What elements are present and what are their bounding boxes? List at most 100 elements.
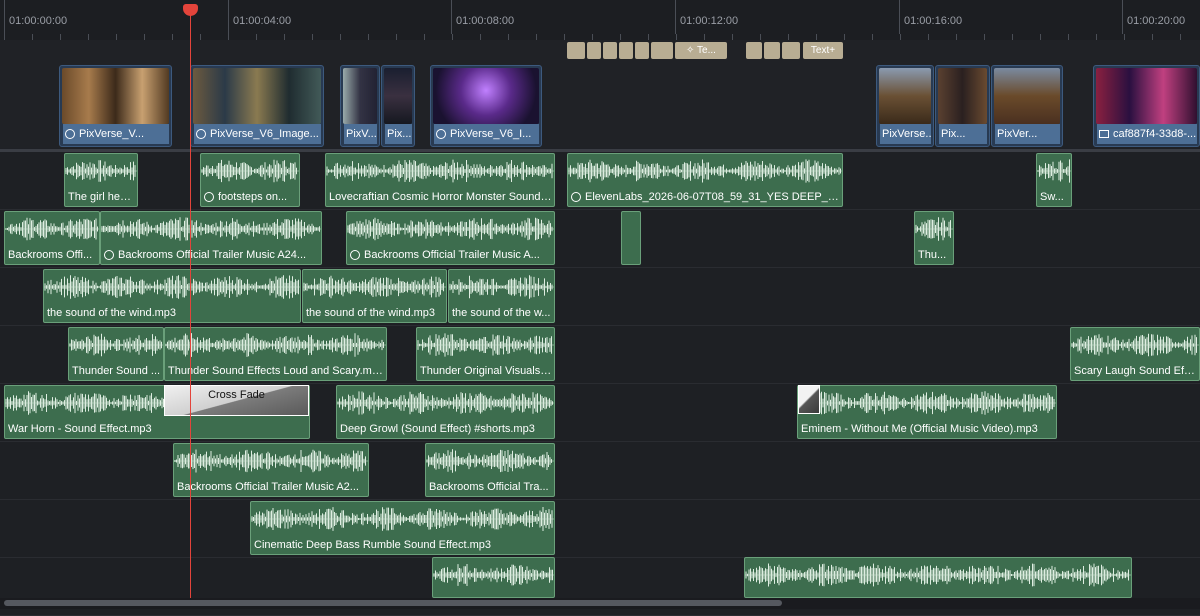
waveform	[165, 333, 386, 357]
clip-label: Deep Growl (Sound Effect) #shorts.mp3	[340, 423, 535, 435]
clip-label: Backrooms Official Trailer Music A...	[350, 249, 552, 261]
ruler-tick	[675, 0, 676, 34]
clip-label: Scary Laugh Sound Effe...	[1074, 365, 1197, 377]
speed-icon	[204, 192, 214, 202]
clip-label: PixVerse_V6_I...	[434, 124, 539, 144]
audio-clip[interactable]: Sw...	[1036, 153, 1072, 207]
title-clip[interactable]	[782, 42, 800, 59]
waveform	[426, 449, 554, 473]
title-clip[interactable]	[764, 42, 780, 59]
clip-label: the sound of the wind.mp3	[306, 307, 436, 319]
waveform	[568, 159, 842, 183]
clip-label: Backrooms Official Trailer Music A2...	[177, 481, 359, 493]
waveform	[347, 217, 554, 241]
playhead-line[interactable]	[190, 8, 191, 604]
clip-label: Pix...	[939, 124, 987, 144]
clip-label: Thunder Sound Effects Loud and Scary.mp3	[168, 365, 384, 377]
clip-label: PixV...	[344, 124, 377, 144]
clip-label: Sw...	[1040, 191, 1064, 203]
audio-clip[interactable]	[432, 557, 555, 598]
audio-clip[interactable]: Thunder Sound ...	[68, 327, 164, 381]
waveform	[1037, 159, 1071, 183]
clip-label: PixVerse_V...	[63, 124, 169, 144]
audio-clip[interactable]: Thunder Sound Effects Loud and Scary.mp3	[164, 327, 387, 381]
title-clip[interactable]	[587, 42, 601, 59]
title-clip[interactable]	[567, 42, 585, 59]
audio-clip[interactable]: footsteps on...	[200, 153, 300, 207]
waveform	[1071, 333, 1199, 357]
audio-clip[interactable]: the sound of the wind.mp3	[43, 269, 301, 323]
audio-clip[interactable]: Lovecraftian Cosmic Horror Monster Sound…	[325, 153, 555, 207]
video-clip[interactable]: Pix...	[381, 65, 415, 147]
audio-clip[interactable]: ElevenLabs_2026-06-07T08_59_31_YES DEEP_…	[567, 153, 843, 207]
waveform	[251, 507, 554, 531]
title-clip[interactable]	[619, 42, 633, 59]
audio-track	[0, 500, 1200, 558]
clip-label: Backrooms Official Trailer Music A24...	[104, 249, 319, 261]
speed-icon	[350, 250, 360, 260]
ruler-tick	[228, 0, 229, 34]
timecode-label: 01:00:04:00	[233, 15, 292, 27]
video-clip[interactable]: PixVerse...	[876, 65, 934, 147]
waveform	[44, 275, 300, 299]
video-clip[interactable]: PixVerse_V6_Image...	[190, 65, 324, 147]
timeline-ruler[interactable]: 01:00:00:00 01:00:04:00 01:00:08:00 01:0…	[0, 0, 1200, 41]
audio-clip[interactable]: Backrooms Offi...	[4, 211, 100, 265]
waveform	[101, 217, 321, 241]
audio-clip[interactable]: Deep Growl (Sound Effect) #shorts.mp3	[336, 385, 555, 439]
title-clip-text-plus[interactable]: Text+	[803, 42, 843, 59]
audio-clip[interactable]: the sound of the wind.mp3	[302, 269, 447, 323]
ruler-tick	[1122, 0, 1123, 34]
video-clip[interactable]: caf887f4-33d8-...	[1093, 65, 1200, 147]
audio-clip[interactable]: Backrooms Official Tra...	[425, 443, 555, 497]
speed-icon	[571, 192, 581, 202]
title-clip[interactable]	[635, 42, 649, 59]
scrollbar-thumb[interactable]	[4, 600, 782, 606]
timecode-label: 01:00:12:00	[680, 15, 739, 27]
title-clip-text[interactable]: ✧ Te...	[675, 42, 727, 59]
audio-clip[interactable]: Thunder Original Visuals ...	[416, 327, 555, 381]
audio-clip[interactable]: Thu...	[914, 211, 954, 265]
video-clip[interactable]: PixVerse_V...	[59, 65, 172, 147]
waveform	[65, 160, 137, 182]
audio-clip[interactable]: the sound of the w...	[448, 269, 555, 323]
timecode-label: 01:00:16:00	[904, 15, 963, 27]
audio-clip[interactable]: Backrooms Official Trailer Music A2...	[173, 443, 369, 497]
ruler-tick	[451, 0, 452, 34]
clip-label: the sound of the w...	[452, 307, 551, 319]
video-clip[interactable]: Pix...	[935, 65, 990, 147]
audio-clip[interactable]: Scary Laugh Sound Effe...	[1070, 327, 1200, 381]
audio-clip[interactable]: The girl hea...	[64, 153, 138, 207]
clip-thumbnail	[343, 68, 377, 124]
clip-label: War Horn - Sound Effect.mp3	[8, 423, 152, 435]
clip-label: Backrooms Offi...	[8, 249, 93, 261]
video-clip[interactable]: PixVer...	[991, 65, 1063, 147]
waveform	[5, 217, 99, 241]
clip-label: Pix...	[385, 124, 412, 144]
video-clip[interactable]: PixVerse_V6_I...	[430, 65, 542, 147]
clip-label: caf887f4-33d8-...	[1097, 124, 1197, 144]
title-clip[interactable]	[603, 42, 617, 59]
title-clip[interactable]	[659, 42, 673, 59]
clip-label: PixVerse...	[880, 124, 931, 144]
audio-clip[interactable]: Eminem - Without Me (Official Music Vide…	[797, 385, 1057, 439]
clip-thumbnail	[193, 68, 321, 124]
waveform	[449, 275, 554, 299]
clip-label: Lovecraftian Cosmic Horror Monster Sound…	[329, 191, 552, 203]
title-clip[interactable]	[746, 42, 762, 59]
cross-fade-transition[interactable]: Cross Fade	[164, 385, 309, 416]
clip-label: the sound of the wind.mp3	[47, 307, 177, 319]
ruler-tick	[899, 0, 900, 34]
audio-clip[interactable]	[621, 211, 641, 265]
clip-thumbnail	[384, 68, 412, 124]
audio-clip[interactable]: Backrooms Official Trailer Music A24...	[100, 211, 322, 265]
waveform	[69, 333, 163, 357]
audio-clip[interactable]: Backrooms Official Trailer Music A...	[346, 211, 555, 265]
clip-label: Thu...	[918, 249, 947, 261]
fade-in-transition[interactable]	[798, 385, 820, 414]
audio-clip[interactable]: Cinematic Deep Bass Rumble Sound Effect.…	[250, 501, 555, 555]
audio-clip[interactable]	[744, 557, 1132, 598]
waveform	[174, 449, 368, 473]
video-clip[interactable]: PixV...	[340, 65, 380, 147]
clip-thumbnail	[62, 68, 169, 124]
